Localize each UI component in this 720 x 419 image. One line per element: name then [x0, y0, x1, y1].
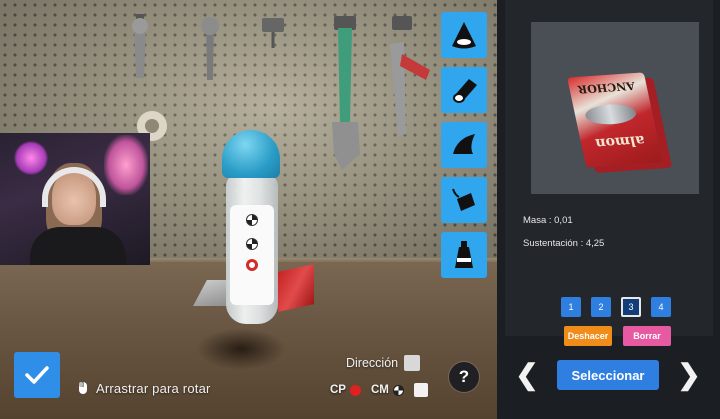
marker-visibility-checkbox[interactable] — [413, 383, 428, 397]
pipe-wrench-decoration — [332, 16, 360, 170]
slot-button-4[interactable]: 4 — [651, 297, 671, 317]
lift-stat: Sustentación : 4,25 — [523, 238, 605, 249]
direction-toggle[interactable]: Dirección — [346, 354, 421, 372]
slot-button-2[interactable]: 2 — [591, 297, 611, 317]
tool-button-nose-cone[interactable] — [441, 12, 487, 58]
part-panel: ANCHOR almon Masa : 0,01 Sustentación : … — [497, 0, 720, 419]
checkmark-icon — [25, 366, 49, 384]
hook-decoration — [262, 18, 284, 48]
bottle-icon — [455, 241, 473, 268]
direction-label: Dirección — [346, 356, 399, 370]
slot-selector: 1 2 3 4 — [561, 297, 671, 317]
marker-legend: CP CM — [330, 382, 428, 398]
undo-button[interactable]: Deshacer — [564, 326, 612, 346]
cm-label: CM — [370, 384, 389, 396]
tool-button-weight[interactable] — [441, 177, 487, 223]
help-button[interactable]: ? — [449, 362, 479, 392]
select-button[interactable]: Seleccionar — [557, 360, 659, 390]
tool-button-fins[interactable] — [441, 122, 487, 168]
cm-marker-icon — [392, 384, 404, 396]
cp-label: CP — [330, 384, 346, 396]
wrench-decoration — [201, 17, 219, 80]
next-part-button[interactable]: ❯ — [677, 360, 701, 390]
rotate-hint-text: Arrastrar para rotar — [96, 380, 211, 396]
rotate-hint: Arrastrar para rotar — [78, 380, 211, 396]
part-preview: ANCHOR almon — [531, 22, 699, 194]
direction-checkbox[interactable] — [404, 355, 421, 371]
slot-button-3[interactable]: 3 — [621, 297, 641, 317]
fish-icon — [583, 102, 638, 126]
cone-nose-icon — [452, 22, 476, 49]
headset-icon — [42, 167, 106, 207]
slot-button-1[interactable]: 1 — [561, 297, 581, 317]
mass-stat: Masa : 0,01 — [523, 215, 573, 226]
tool-button-body-tube[interactable] — [441, 67, 487, 113]
center-of-mass-marker — [246, 238, 258, 250]
rocket-fin — [278, 264, 314, 312]
wing-fin-icon — [453, 134, 475, 154]
tool-button-bottle[interactable] — [441, 232, 487, 278]
delete-button[interactable]: Borrar — [623, 326, 671, 346]
confirm-button[interactable] — [14, 352, 60, 398]
prev-part-button[interactable]: ❮ — [515, 360, 539, 390]
center-of-mass-marker — [246, 214, 258, 226]
cp-marker-icon — [349, 384, 361, 396]
pliers-decoration — [390, 16, 430, 136]
cylinder-icon — [453, 79, 477, 103]
can-label-text: almon — [593, 131, 647, 152]
mouse-icon — [79, 382, 87, 394]
center-of-pressure-marker — [246, 259, 258, 271]
can-label-text: ANCHOR — [576, 79, 637, 96]
tin-can-model: ANCHOR almon — [567, 72, 663, 168]
webcam-overlay — [0, 133, 150, 265]
wrench-decoration — [132, 14, 148, 78]
weight-icon — [452, 188, 475, 211]
